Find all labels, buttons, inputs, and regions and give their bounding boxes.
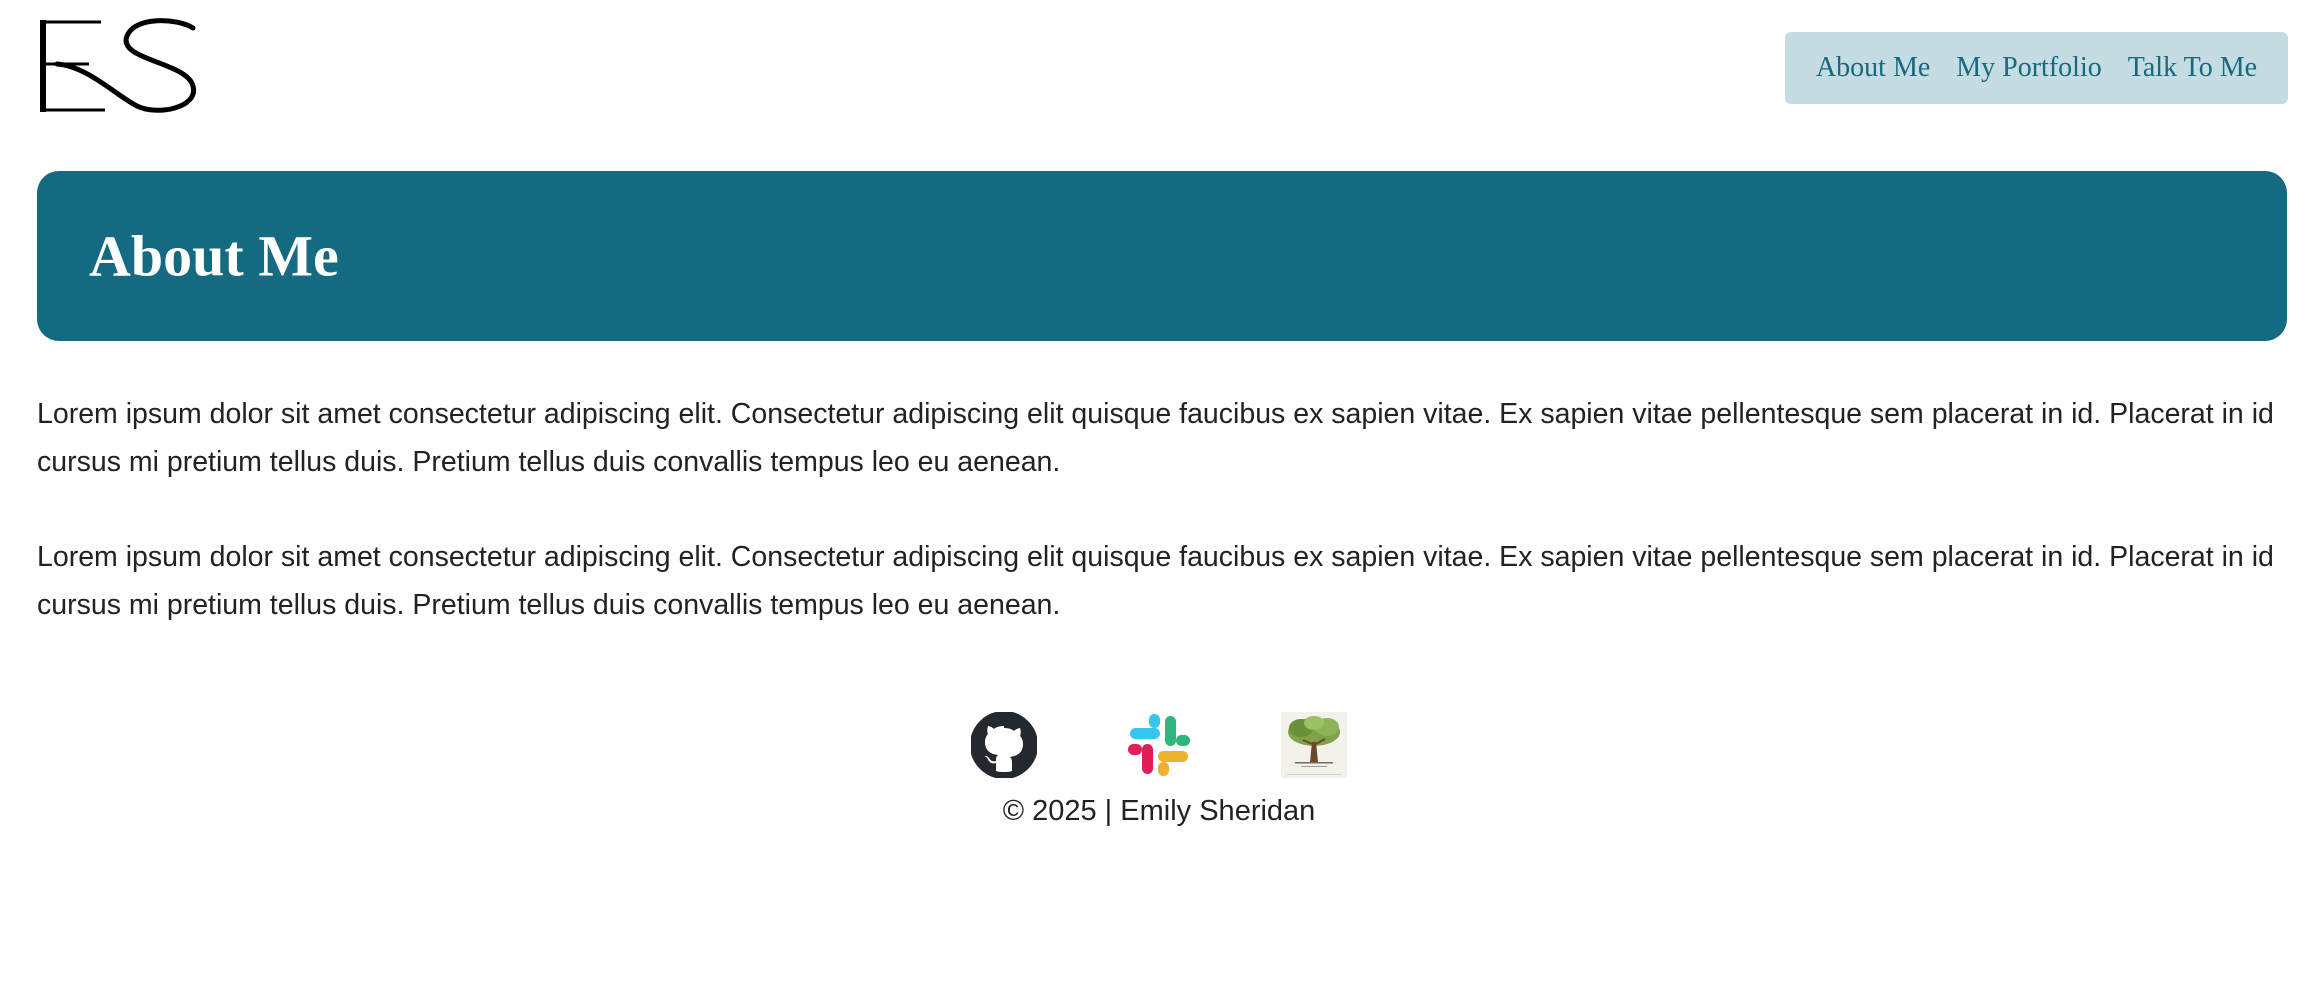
nav-talk-to-me[interactable]: Talk To Me <box>2128 52 2257 84</box>
site-header: About Me My Portfolio Talk To Me <box>0 0 2318 150</box>
slack-icon <box>1128 714 1190 776</box>
about-paragraph: Lorem ipsum dolor sit amet consectetur a… <box>37 398 2274 478</box>
about-paragraph: Lorem ipsum dolor sit amet consectetur a… <box>37 541 2274 621</box>
nav-my-portfolio[interactable]: My Portfolio <box>1956 52 2101 84</box>
nav-about-me[interactable]: About Me <box>1816 52 1930 84</box>
slack-link[interactable] <box>1126 712 1192 778</box>
github-icon <box>971 712 1037 778</box>
about-content: Lorem ipsum dolor sit amet consectetur a… <box>37 390 2287 676</box>
tree-logo-icon <box>1281 712 1347 778</box>
site-footer: © 2025 | Emily Sheridan <box>0 712 2318 828</box>
es-logo-icon <box>40 18 196 113</box>
page-title: About Me <box>89 223 339 289</box>
main-nav: About Me My Portfolio Talk To Me <box>1785 32 2288 104</box>
site-logo[interactable] <box>37 18 199 114</box>
github-link[interactable] <box>971 712 1037 778</box>
tree-site-link[interactable] <box>1281 712 1347 778</box>
page-banner: About Me <box>37 171 2287 341</box>
copyright-text: © 2025 | Emily Sheridan <box>1002 795 1316 827</box>
social-links <box>0 712 2318 778</box>
